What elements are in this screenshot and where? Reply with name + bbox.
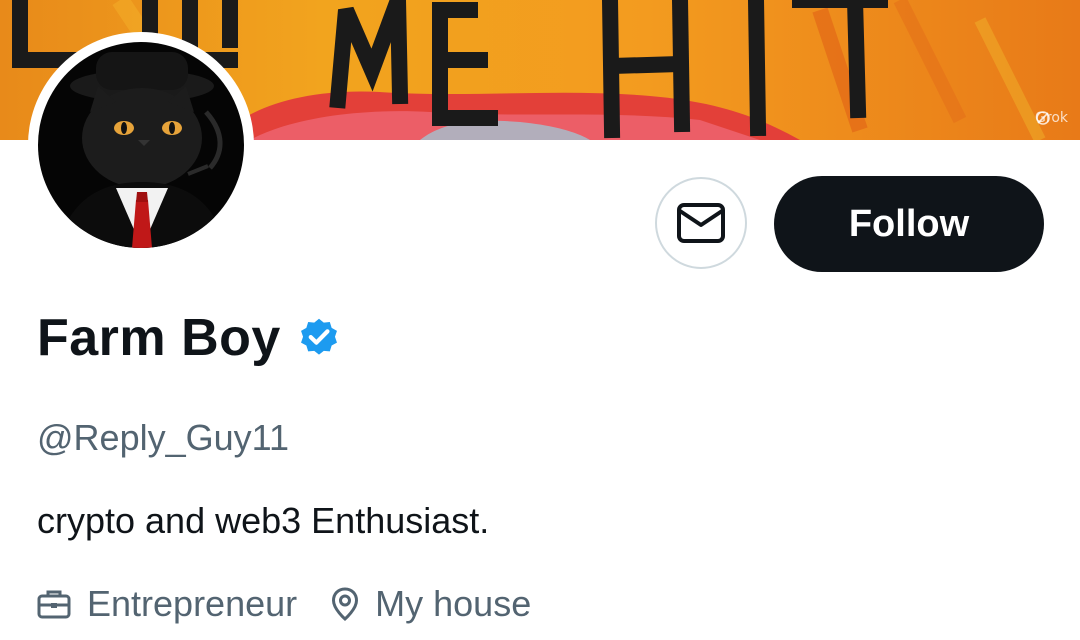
display-name: Farm Boy (37, 309, 281, 367)
user-handle: @Reply_Guy11 (37, 417, 289, 458)
grok-watermark: Grok (1035, 110, 1068, 126)
message-button[interactable] (655, 177, 747, 269)
grok-icon (1036, 111, 1050, 125)
avatar-frame[interactable] (28, 32, 254, 258)
location-label: My house (375, 583, 532, 624)
profile-page: Grok Follow Farm Boy @Reply_Guy11 crypto… (0, 0, 1080, 640)
user-bio: crypto and web3 Enthusiast. (37, 500, 490, 541)
follow-button[interactable]: Follow (774, 176, 1044, 272)
profession-label: Entrepreneur (87, 583, 298, 624)
avatar[interactable] (38, 42, 244, 248)
mail-icon (677, 203, 725, 243)
location-item: My house (331, 583, 531, 625)
briefcase-icon (37, 590, 71, 619)
location-pin-icon (332, 587, 359, 621)
follow-button-label: Follow (848, 202, 970, 245)
display-name-row: Farm Boy (37, 308, 341, 368)
avatar-cat-illustration (58, 52, 226, 248)
verified-badge-icon[interactable] (297, 316, 341, 360)
profile-meta-row: Entrepreneur My house (37, 583, 565, 625)
profession-item: Entrepreneur (37, 583, 297, 625)
